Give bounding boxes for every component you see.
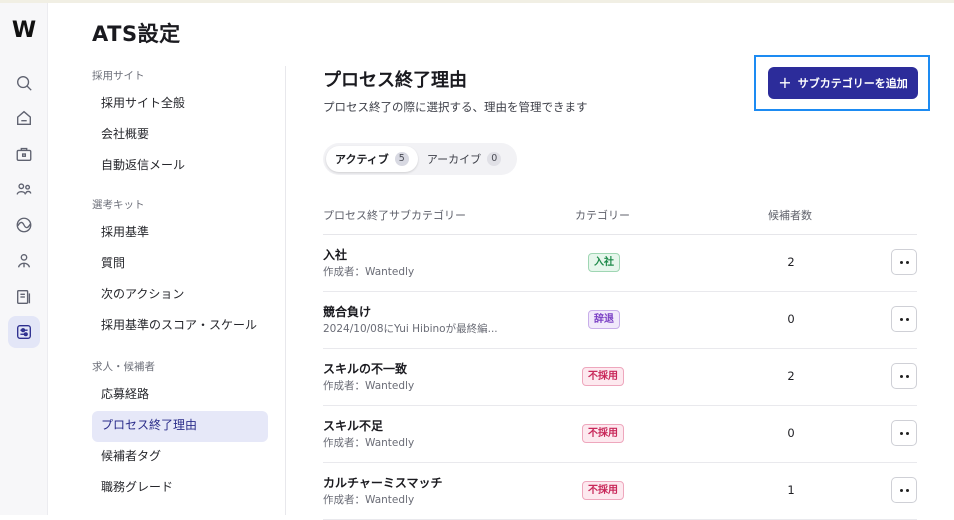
row-meta: 作成者：Wantedly (323, 380, 415, 392)
row-name: スキル不足 (323, 419, 384, 433)
row-name: 競合負け (323, 305, 372, 319)
subnav-item-auto-reply[interactable]: 自動返信メール (92, 151, 268, 182)
add-subcategory-button[interactable]: + サブカテゴリーを追加 (768, 67, 918, 99)
status-tabs: アクティブ 5 アーカイブ 0 (323, 143, 517, 175)
subnav-item-site-general[interactable]: 採用サイト全般 (92, 89, 268, 120)
top-strip (0, 0, 954, 3)
row-meta: 作成者：Wantedly (323, 494, 415, 506)
search-icon[interactable] (8, 67, 40, 99)
category-badge: 辞退 (588, 310, 620, 329)
subnav-section-label: 求人・候補者 (92, 361, 155, 373)
more-options-button[interactable] (891, 420, 917, 446)
category-badge: 入社 (588, 253, 620, 272)
subnav-section-label: 選考キット (92, 199, 145, 211)
row-count: 2 (787, 255, 795, 269)
settings-sliders-icon[interactable] (8, 316, 40, 348)
more-options-button[interactable] (891, 477, 917, 503)
column-header-name[interactable]: プロセス終了サブカテゴリー (323, 207, 466, 223)
row-count: 0 (787, 312, 795, 326)
exit-reason-table: 入社 作成者：Wantedly 入社 2 競合負け 2024/10/08にYui… (323, 235, 917, 520)
app-rail: W (0, 3, 48, 515)
add-subcategory-label: サブカテゴリーを追加 (797, 77, 908, 90)
plus-icon: + (778, 73, 792, 92)
more-options-button[interactable] (891, 249, 917, 275)
subnav-item-job-grades[interactable]: 職務グレード (92, 473, 268, 504)
activity-icon[interactable] (8, 209, 40, 241)
table-header: プロセス終了サブカテゴリー カテゴリー 候補者数 (323, 203, 917, 235)
users-icon[interactable] (8, 173, 40, 205)
subnav-item-exit-reasons[interactable]: プロセス終了理由 (92, 411, 268, 442)
table-row[interactable]: スキルの不一致 作成者：Wantedly 不採用 2 (323, 349, 917, 406)
more-options-button[interactable] (891, 363, 917, 389)
person-icon[interactable] (8, 245, 40, 277)
row-count: 2 (787, 369, 795, 383)
column-header-candidates[interactable]: 候補者数 (768, 207, 812, 223)
tab-active[interactable]: アクティブ 5 (326, 146, 418, 172)
row-name: 入社 (323, 248, 348, 262)
tab-archive[interactable]: アーカイブ 0 (418, 146, 510, 172)
home-icon[interactable] (8, 102, 40, 134)
section-title: プロセス終了理由 (323, 70, 467, 91)
subnav-item-next-actions[interactable]: 次のアクション (92, 280, 268, 311)
table-row[interactable]: 入社 作成者：Wantedly 入社 2 (323, 235, 917, 292)
subnav-item-score-scale[interactable]: 採用基準のスコア・スケール (92, 311, 268, 342)
add-button-highlight: + サブカテゴリーを追加 (754, 55, 930, 111)
row-count: 1 (787, 483, 795, 497)
subnav-item-sources[interactable]: 応募経路 (92, 380, 268, 411)
more-options-button[interactable] (891, 306, 917, 332)
page-title: ATS設定 (92, 22, 181, 46)
wantedly-logo[interactable]: W (9, 19, 39, 43)
category-badge: 不採用 (582, 367, 624, 386)
row-count: 0 (787, 426, 795, 440)
row-meta: 2024/10/08にYui Hibinoが最終編... (323, 323, 498, 335)
section-description: プロセス終了の際に選択する、理由を管理できます (323, 100, 588, 114)
row-meta: 作成者：Wantedly (323, 437, 415, 449)
subnav-item-criteria[interactable]: 採用基準 (92, 218, 268, 249)
subnav-item-company-profile[interactable]: 会社概要 (92, 120, 268, 151)
subnav-item-candidate-tags[interactable]: 候補者タグ (92, 442, 268, 473)
tab-label: アクティブ (335, 153, 389, 166)
table-row[interactable]: スキル不足 作成者：Wantedly 不採用 0 (323, 406, 917, 463)
table-row[interactable]: 競合負け 2024/10/08にYui Hibinoが最終編... 辞退 0 (323, 292, 917, 349)
tab-count: 0 (487, 152, 502, 166)
document-icon[interactable] (8, 281, 40, 313)
row-meta: 作成者：Wantedly (323, 266, 415, 278)
category-badge: 不採用 (582, 424, 624, 443)
column-header-category[interactable]: カテゴリー (575, 207, 630, 223)
subnav-item-questions[interactable]: 質問 (92, 249, 268, 280)
settings-subnav: 採用サイト 採用サイト全般 会社概要 自動返信メール 選考キット 採用基準 質問… (92, 66, 268, 504)
tab-label: アーカイブ (426, 153, 482, 166)
tab-count: 5 (394, 152, 409, 166)
row-name: カルチャーミスマッチ (323, 476, 443, 490)
row-name: スキルの不一致 (323, 362, 408, 376)
briefcase-icon[interactable] (8, 138, 40, 170)
subnav-section-label: 採用サイト (92, 70, 145, 82)
category-badge: 不採用 (582, 481, 624, 500)
subnav-divider (285, 66, 286, 515)
table-row[interactable]: カルチャーミスマッチ 作成者：Wantedly 不採用 1 (323, 463, 917, 520)
